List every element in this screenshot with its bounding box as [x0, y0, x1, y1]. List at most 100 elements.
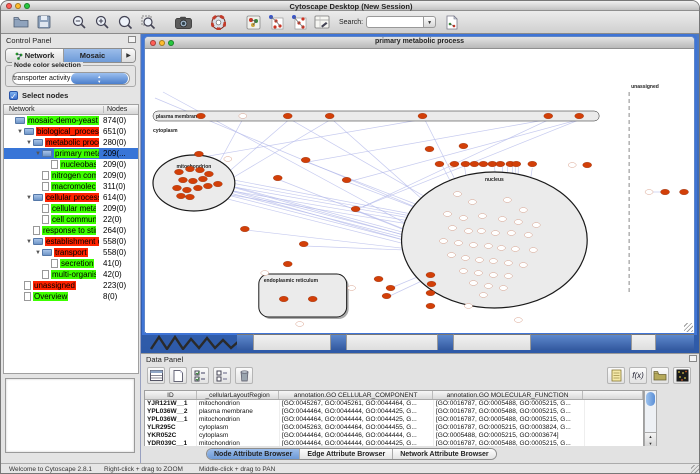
delete-attribute-icon[interactable]	[235, 367, 253, 384]
expand-triangle-icon[interactable]: ▼	[25, 140, 33, 146]
save-icon[interactable]	[34, 13, 54, 31]
network-node[interactable]	[454, 241, 462, 246]
network-node[interactable]	[503, 198, 511, 203]
tree-row[interactable]: secretion41(0)	[4, 258, 138, 269]
vizmapper-icon[interactable]	[243, 13, 263, 31]
network-node[interactable]	[374, 276, 383, 282]
network-node[interactable]	[469, 243, 477, 248]
network-node[interactable]	[529, 248, 537, 253]
network-node[interactable]	[213, 181, 222, 187]
search-dropdown-icon[interactable]: ▼	[424, 16, 436, 28]
network-node[interactable]	[477, 229, 485, 234]
window-resize-grip[interactable]	[691, 465, 700, 474]
tree-row[interactable]: cell communicat22(0)	[4, 214, 138, 225]
network-node[interactable]	[459, 269, 467, 274]
tree-row[interactable]: unassigned223(0)	[4, 280, 138, 291]
network-node[interactable]	[568, 163, 576, 168]
network-node[interactable]	[193, 185, 202, 191]
network-node[interactable]	[484, 284, 492, 289]
help-icon[interactable]	[208, 13, 228, 31]
tree-row[interactable]: nitrogen compo209(0)	[4, 170, 138, 181]
network-node[interactable]	[299, 241, 308, 247]
network-node[interactable]	[198, 176, 207, 182]
network-node[interactable]	[196, 113, 205, 119]
network-node[interactable]	[464, 304, 472, 309]
data-panel-float-icon[interactable]	[689, 355, 697, 362]
network-node[interactable]	[418, 113, 427, 119]
table-row[interactable]: YKR052Ccytoplasm[GO:0044464, GO:0044446,…	[145, 432, 643, 440]
zoom-out-icon[interactable]	[69, 13, 89, 31]
network-node[interactable]	[464, 229, 472, 234]
network-node[interactable]	[203, 183, 212, 189]
network-node[interactable]	[512, 161, 521, 167]
search-input[interactable]	[366, 16, 424, 28]
background-window-sliver[interactable]	[453, 334, 531, 350]
network-node[interactable]	[435, 161, 444, 167]
function-builder-icon[interactable]: f(x)	[629, 367, 647, 384]
network-node[interactable]	[386, 285, 395, 291]
tree-row[interactable]: ▼cellular process614(0)	[4, 192, 138, 203]
matrix-icon[interactable]	[673, 367, 691, 384]
network-window-titlebar[interactable]: primary metabolic process	[145, 37, 694, 49]
birdseye-overview[interactable]	[5, 378, 135, 453]
network-canvas[interactable]: plasma membranecytoplasmmitochondrionnuc…	[146, 49, 694, 333]
tree-row[interactable]: response to stimulu264(0)	[4, 225, 138, 236]
tree-row[interactable]: ▼transport558(0)	[4, 247, 138, 258]
tab-node-attribute-browser[interactable]: Node Attribute Browser	[207, 449, 300, 459]
network-node[interactable]	[497, 246, 505, 251]
open-icon[interactable]	[11, 13, 31, 31]
network-node[interactable]	[426, 303, 435, 309]
tab-network-attribute-browser[interactable]: Network Attribute Browser	[393, 449, 495, 459]
network-node[interactable]	[544, 113, 553, 119]
network-node[interactable]	[439, 239, 447, 244]
network-node[interactable]	[382, 293, 391, 299]
network-node[interactable]	[479, 293, 487, 298]
expand-triangle-icon[interactable]: ▼	[25, 239, 33, 245]
zoom-in-icon[interactable]	[92, 13, 112, 31]
column-header[interactable]: ID	[145, 391, 197, 399]
network-node[interactable]	[468, 200, 476, 205]
network-node[interactable]	[224, 157, 232, 162]
network-node[interactable]	[519, 208, 527, 213]
network-node[interactable]	[514, 220, 522, 225]
column-header[interactable]: _cellularLayoutRegion	[197, 391, 280, 399]
tree-header[interactable]: Network Nodes	[4, 105, 138, 115]
zoom-fit-icon[interactable]	[115, 13, 135, 31]
expand-triangle-icon[interactable]: ▼	[25, 195, 33, 201]
network-node[interactable]	[443, 212, 451, 217]
new-attribute-icon[interactable]	[169, 367, 187, 384]
network-node[interactable]	[325, 113, 334, 119]
network-node[interactable]	[528, 161, 537, 167]
network-node[interactable]	[426, 290, 435, 296]
network-node[interactable]	[475, 258, 483, 263]
network-node[interactable]	[491, 231, 499, 236]
network-node[interactable]	[484, 244, 492, 249]
column-header[interactable]: annotation.GO MOLECULAR_FUNCTION	[433, 391, 583, 399]
background-window-sliver[interactable]	[253, 334, 331, 350]
network-node[interactable]	[450, 161, 459, 167]
tree-row[interactable]: ▼primary metabo209(...	[4, 148, 138, 159]
network-node[interactable]	[511, 247, 519, 252]
network-node[interactable]	[474, 271, 482, 276]
column-header[interactable]	[583, 391, 643, 399]
network-node[interactable]	[240, 226, 249, 232]
network-node[interactable]	[461, 161, 470, 167]
network-node[interactable]	[182, 187, 191, 193]
select-nodes-checkbox[interactable]: ✓	[9, 91, 18, 100]
network-node[interactable]	[427, 281, 436, 287]
table-icon[interactable]	[147, 367, 165, 384]
tree-row[interactable]: Overview8(0)	[4, 291, 138, 302]
tab-mosaic[interactable]: Mosaic	[64, 49, 122, 62]
select-attributes-icon[interactable]	[191, 367, 209, 384]
network-node[interactable]	[239, 114, 247, 119]
network-node[interactable]	[351, 206, 360, 212]
network-node[interactable]	[470, 161, 479, 167]
network-node[interactable]	[188, 178, 197, 184]
tree-row[interactable]: macromolecule311(0)	[4, 181, 138, 192]
network-node[interactable]	[524, 233, 532, 238]
table-row[interactable]: YPL036W__1mitochondrion[GO:0044464, GO:0…	[145, 416, 643, 424]
network-node[interactable]	[453, 192, 461, 197]
table-row[interactable]: YPL036W__2plasma membrane[GO:0044464, GO…	[145, 408, 643, 416]
network-node[interactable]	[498, 217, 506, 222]
float-panel-icon[interactable]	[128, 36, 136, 43]
